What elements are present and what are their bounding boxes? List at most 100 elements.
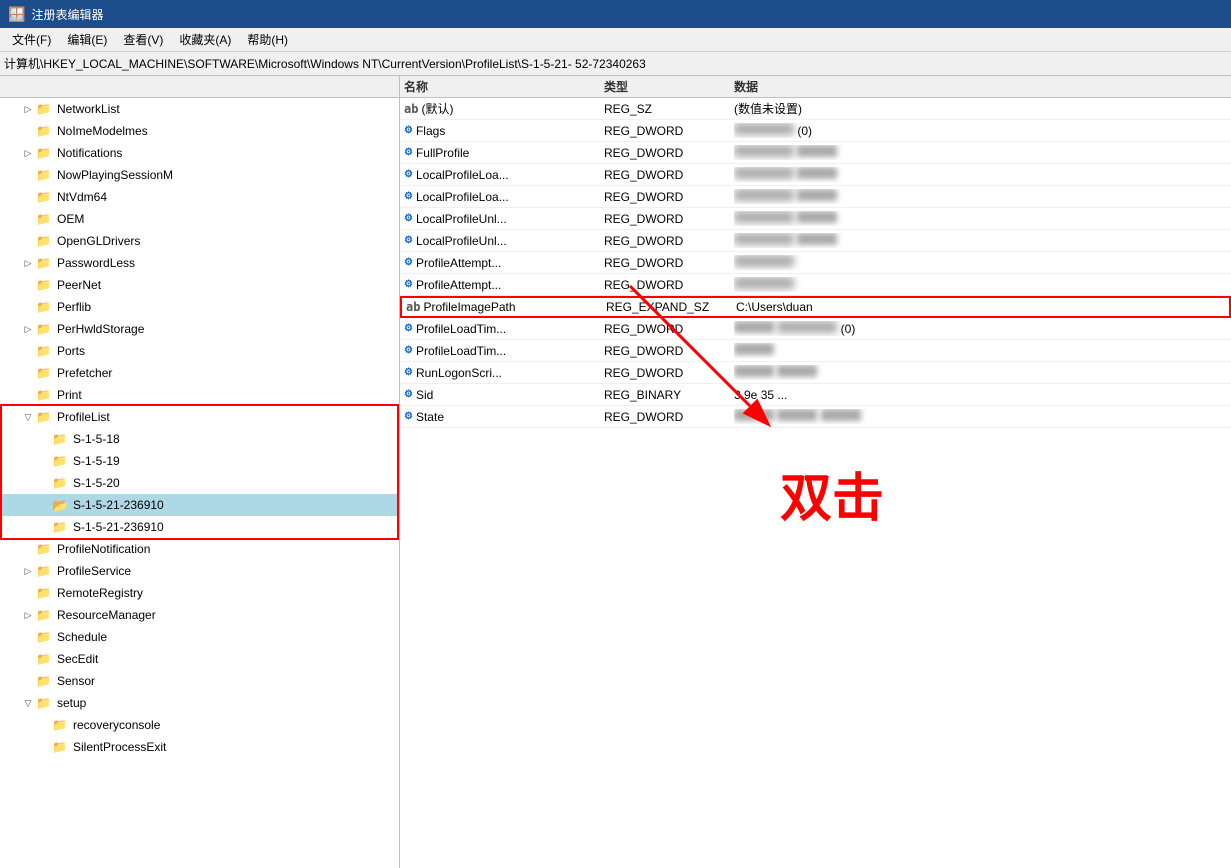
folder-icon: 📂 <box>52 498 70 512</box>
menu-edit[interactable]: 编辑(E) <box>59 29 115 50</box>
reg-data <box>734 233 1227 248</box>
menu-view[interactable]: 查看(V) <box>115 29 171 50</box>
tree-item-silentprocessexit[interactable]: 📁 SilentProcessExit <box>0 736 399 758</box>
expand-icon <box>36 717 52 733</box>
tree-item[interactable]: ▷ 📁 NetworkList <box>0 98 399 120</box>
tree-item[interactable]: 📁 Ports <box>0 340 399 362</box>
expand-icon: ▷ <box>20 145 36 161</box>
main-content: ▷ 📁 NetworkList 📁 NoImeModelmes ▷ 📁 Noti… <box>0 76 1231 868</box>
tree-item-recoveryconsole[interactable]: 📁 recoveryconsole <box>0 714 399 736</box>
app-title: 注册表编辑器 <box>31 6 103 23</box>
registry-row-state[interactable]: ⚙ State REG_DWORD <box>400 406 1231 428</box>
registry-row-pa2[interactable]: ⚙ ProfileAttempt... REG_DWORD <box>400 274 1231 296</box>
menu-help[interactable]: 帮助(H) <box>239 29 296 50</box>
tree-item-profilelist[interactable]: ▽ 📁 ProfileList <box>0 406 399 428</box>
registry-row-lplu1[interactable]: ⚙ LocalProfileUnl... REG_DWORD <box>400 208 1231 230</box>
tree-item[interactable]: 📁 Perflib <box>0 296 399 318</box>
registry-row-sid[interactable]: ⚙ Sid REG_BINARY 3 9e 35 ... <box>400 384 1231 406</box>
reg-type: REG_DWORD <box>604 256 734 270</box>
menu-bar: 文件(F) 编辑(E) 查看(V) 收藏夹(A) 帮助(H) <box>0 28 1231 52</box>
tree-item[interactable]: 📁 PeerNet <box>0 274 399 296</box>
tree-item-s1519[interactable]: 📁 S-1-5-19 <box>0 450 399 472</box>
reg-data <box>734 145 1227 160</box>
tree-item-secedit[interactable]: 📁 SecEdit <box>0 648 399 670</box>
tree-item-profilenotification[interactable]: 📁 ProfileNotification <box>0 538 399 560</box>
reg-type: REG_DWORD <box>604 190 734 204</box>
registry-header: 名称 类型 数据 <box>400 76 1231 98</box>
tree-label: setup <box>57 696 86 710</box>
folder-icon: 📁 <box>36 168 54 182</box>
reg-name: ⚙ State <box>404 410 604 424</box>
reg-type: REG_DWORD <box>604 168 734 182</box>
tree-item[interactable]: 📁 OEM <box>0 208 399 230</box>
folder-icon: 📁 <box>36 696 54 710</box>
registry-row-profileimagepath[interactable]: ab ProfileImagePath REG_EXPAND_SZ C:\Use… <box>400 296 1231 318</box>
expand-icon: ▷ <box>20 321 36 337</box>
menu-favorites[interactable]: 收藏夹(A) <box>171 29 239 50</box>
tree-item[interactable]: 📁 OpenGLDrivers <box>0 230 399 252</box>
tree-item-notifications[interactable]: ▷ 📁 Notifications <box>0 142 399 164</box>
reg-data: (0) <box>734 123 1227 138</box>
tree-label: Notifications <box>57 146 122 160</box>
tree-label: Perflib <box>57 300 91 314</box>
tree-item[interactable]: ▷ 📁 PerHwldStorage <box>0 318 399 340</box>
tree-label: NetworkList <box>57 102 120 116</box>
tree-label: SecEdit <box>57 652 98 666</box>
tree-item-s1520[interactable]: 📁 S-1-5-20 <box>0 472 399 494</box>
tree-label: S-1-5-19 <box>73 454 120 468</box>
reg-name: ⚙ Flags <box>404 124 604 138</box>
tree-item-profileservice[interactable]: ▷ 📁 ProfileService <box>0 560 399 582</box>
tree-label: S-1-5-20 <box>73 476 120 490</box>
tree-label: S-1-5-18 <box>73 432 120 446</box>
tree-label: recoveryconsole <box>73 718 160 732</box>
tree-label: ProfileList <box>57 410 110 424</box>
tree-item-setup[interactable]: ▽ 📁 setup <box>0 692 399 714</box>
tree-item[interactable]: 📁 NowPlayingSessionM <box>0 164 399 186</box>
expand-icon <box>20 585 36 601</box>
tree-item-sensor[interactable]: 📁 Sensor <box>0 670 399 692</box>
registry-row-rls[interactable]: ⚙ RunLogonScri... REG_DWORD <box>400 362 1231 384</box>
folder-icon: 📁 <box>36 608 54 622</box>
reg-name: ⚙ ProfileAttempt... <box>404 278 604 292</box>
registry-row-plt2[interactable]: ⚙ ProfileLoadTim... REG_DWORD <box>400 340 1231 362</box>
tree-label: ResourceManager <box>57 608 156 622</box>
tree-panel[interactable]: ▷ 📁 NetworkList 📁 NoImeModelmes ▷ 📁 Noti… <box>0 76 400 868</box>
expand-icon: ▽ <box>20 409 36 425</box>
registry-row-default[interactable]: ab (默认) REG_SZ (数值未设置) <box>400 98 1231 120</box>
reg-type: REG_SZ <box>604 102 734 116</box>
tree-item-s152121-selected[interactable]: 📂 S-1-5-21-236910 <box>0 494 399 516</box>
tree-item-s1518[interactable]: 📁 S-1-5-18 <box>0 428 399 450</box>
tree-item[interactable]: 📁 Prefetcher <box>0 362 399 384</box>
tree-item[interactable]: ▷ 📁 PasswordLess <box>0 252 399 274</box>
reg-name: ⚙ Sid <box>404 388 604 402</box>
registry-row-fullprofile[interactable]: ⚙ FullProfile REG_DWORD <box>400 142 1231 164</box>
expand-icon <box>20 673 36 689</box>
reg-name: ⚙ RunLogonScri... <box>404 366 604 380</box>
registry-row-lplu2[interactable]: ⚙ LocalProfileUnl... REG_DWORD <box>400 230 1231 252</box>
tree-header <box>0 76 399 98</box>
tree-item-print[interactable]: 📁 Print <box>0 384 399 406</box>
expand-icon <box>20 277 36 293</box>
reg-type: REG_DWORD <box>604 212 734 226</box>
reg-name: ⚙ LocalProfileLoa... <box>404 190 604 204</box>
reg-type: REG_DWORD <box>604 234 734 248</box>
tree-item-resourcemanager[interactable]: ▷ 📁 ResourceManager <box>0 604 399 626</box>
tree-item-remoteregistry[interactable]: 📁 RemoteRegistry <box>0 582 399 604</box>
col-name-header: 名称 <box>404 78 604 95</box>
reg-type: REG_DWORD <box>604 410 734 424</box>
expand-icon <box>20 387 36 403</box>
folder-icon: 📁 <box>36 388 54 402</box>
registry-row-lpl2[interactable]: ⚙ LocalProfileLoa... REG_DWORD <box>400 186 1231 208</box>
address-bar: 计算机\HKEY_LOCAL_MACHINE\SOFTWARE\Microsof… <box>0 52 1231 76</box>
menu-file[interactable]: 文件(F) <box>4 29 59 50</box>
registry-row-lpl1[interactable]: ⚙ LocalProfileLoa... REG_DWORD <box>400 164 1231 186</box>
folder-icon: 📁 <box>52 476 70 490</box>
registry-row-pa1[interactable]: ⚙ ProfileAttempt... REG_DWORD <box>400 252 1231 274</box>
tree-item[interactable]: 📁 NoImeModelmes <box>0 120 399 142</box>
tree-item-s152122[interactable]: 📁 S-1-5-21-236910 <box>0 516 399 538</box>
registry-row-plt1[interactable]: ⚙ ProfileLoadTim... REG_DWORD (0) <box>400 318 1231 340</box>
registry-row-flags[interactable]: ⚙ Flags REG_DWORD (0) <box>400 120 1231 142</box>
reg-name: ⚙ LocalProfileUnl... <box>404 212 604 226</box>
tree-item[interactable]: 📁 NtVdm64 <box>0 186 399 208</box>
tree-item-schedule[interactable]: 📁 Schedule <box>0 626 399 648</box>
